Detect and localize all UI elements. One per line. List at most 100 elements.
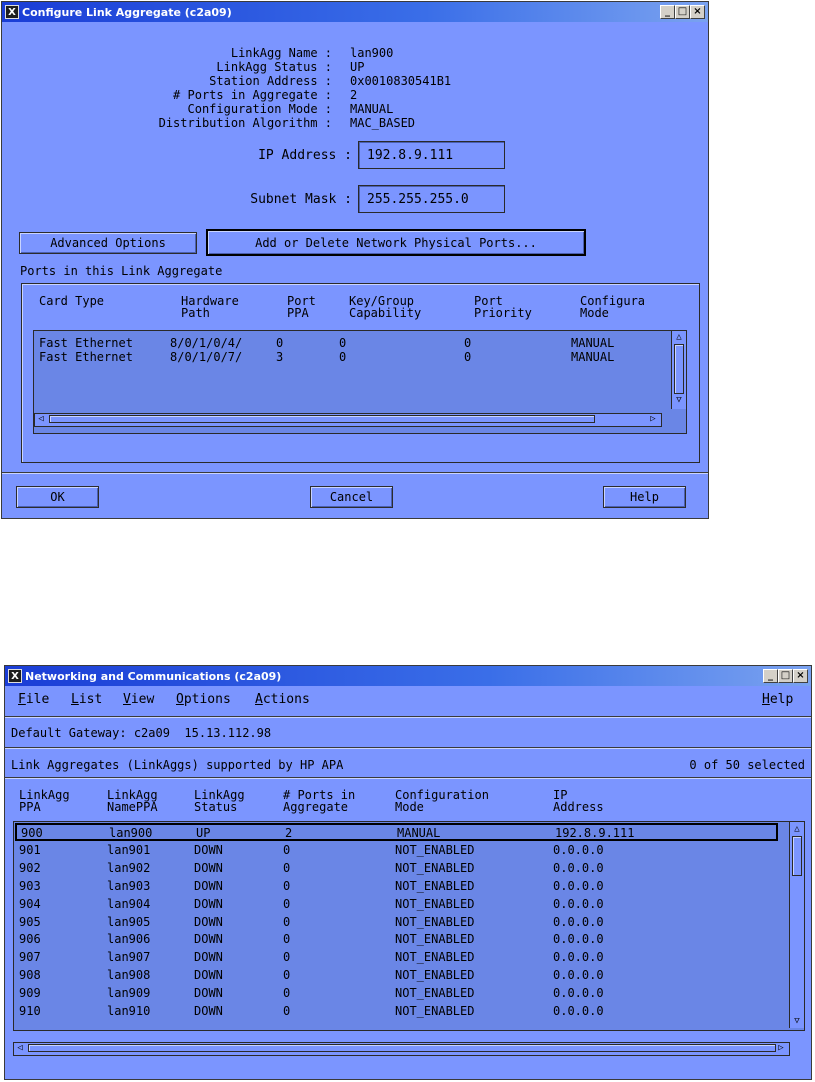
cell-linkagg-status: DOWN <box>194 1004 223 1018</box>
col-ip-address[interactable]: IP Address <box>553 789 604 813</box>
cell-linkagg-ppa: 902 <box>19 860 41 875</box>
cell-configuration-mode: NOT_ENABLED <box>395 878 475 893</box>
table-row[interactable]: 900 lan900 UP 2 MANUAL 192.8.9.111 <box>15 823 778 841</box>
cell-linkagg-status: DOWN <box>194 896 223 911</box>
list-horizontal-scrollbar[interactable]: ◁ ▷ <box>13 1042 790 1056</box>
col-linkagg-nameppa[interactable]: LinkAgg NamePPA <box>107 789 158 813</box>
close-icon[interactable]: × <box>690 5 705 19</box>
ports-vertical-scrollbar[interactable]: △ ▽ <box>671 331 686 409</box>
table-row[interactable]: 907 lan907 DOWN 0 NOT_ENABLED 0.0.0.0 <box>15 951 778 965</box>
cell-card-type: Fast Ethernet <box>39 336 133 350</box>
list-vertical-scrollbar[interactable]: △ ▽ <box>789 822 804 1028</box>
help-button[interactable]: Help <box>603 486 686 508</box>
cell-ports-in-aggregate: 0 <box>283 1004 291 1018</box>
cell-ip-address: 0.0.0.0 <box>553 914 604 929</box>
add-delete-ports-button[interactable]: Add or Delete Network Physical Ports... <box>206 229 586 256</box>
col-ports-in-aggregate[interactable]: # Ports in Aggregate <box>283 789 355 813</box>
close-icon[interactable]: × <box>793 669 808 683</box>
table-row[interactable]: 908 lan908 DOWN 0 NOT_ENABLED 0.0.0.0 <box>15 969 778 983</box>
scroll-thumb[interactable] <box>28 1044 776 1052</box>
cell-port-ppa: 0 <box>276 336 284 350</box>
cell-configuration-mode: NOT_ENABLED <box>395 950 475 965</box>
scroll-thumb[interactable] <box>674 344 684 394</box>
ok-button[interactable]: OK <box>16 486 99 508</box>
default-gateway-text: Default Gateway: c2a09 15.13.112.98 <box>11 726 272 740</box>
menu-bar: File List View Options Actions Help <box>5 686 811 712</box>
maximize-icon[interactable]: □ <box>675 5 690 19</box>
menu-separator <box>5 716 811 718</box>
cell-linkagg-ppa: 901 <box>19 842 41 857</box>
table-row[interactable]: 903 lan903 DOWN 0 NOT_ENABLED 0.0.0.0 <box>15 878 778 894</box>
cell-linkagg-status: DOWN <box>194 950 223 965</box>
col-linkagg-ppa[interactable]: LinkAgg PPA <box>19 789 70 813</box>
subnet-mask-label: Subnet Mask : <box>250 192 352 207</box>
cell-linkagg-ppa: 900 <box>21 826 43 840</box>
ports-col-priority[interactable]: Port Priority <box>474 295 532 319</box>
ip-address-input[interactable]: 192.8.9.111 <box>358 141 505 169</box>
scroll-right-icon[interactable]: ▷ <box>775 1043 787 1053</box>
menu-file[interactable]: File <box>18 692 49 707</box>
table-row[interactable]: 904 lan904 DOWN 0 NOT_ENABLED 0.0.0.0 <box>15 896 778 912</box>
menu-help[interactable]: Help <box>762 692 793 707</box>
minimize-icon[interactable]: _ <box>660 5 675 19</box>
subnet-mask-input[interactable]: 255.255.255.0 <box>358 185 505 213</box>
cell-config-mode: MANUAL <box>571 336 615 350</box>
cell-ip-address: 0.0.0.0 <box>553 842 604 857</box>
ports-horizontal-scrollbar[interactable]: ◁ ▷ <box>34 413 662 427</box>
table-row[interactable]: Fast Ethernet 8/0/1/0/4/ 0 0 0 MANUAL <box>34 337 664 350</box>
col-configuration-mode[interactable]: Configuration Mode <box>395 789 489 813</box>
scroll-down-icon[interactable]: ▽ <box>673 395 685 405</box>
cancel-button[interactable]: Cancel <box>310 486 393 508</box>
cell-linkagg-ppa: 910 <box>19 1004 41 1018</box>
scroll-right-icon[interactable]: ▷ <box>647 414 659 424</box>
menu-options[interactable]: Options <box>176 692 231 707</box>
table-row[interactable]: 909 lan909 DOWN 0 NOT_ENABLED 0.0.0.0 <box>15 987 778 1001</box>
dialog-title: Configure Link Aggregate (c2a09) <box>22 5 232 19</box>
cell-ports-in-aggregate: 0 <box>283 950 291 965</box>
scroll-down-icon[interactable]: ▽ <box>791 1016 803 1026</box>
info-block: LinkAgg Name : lan900 LinkAgg Status : U… <box>2 46 702 136</box>
scroll-left-icon[interactable]: ◁ <box>14 1043 26 1053</box>
cell-linkagg-ppa: 904 <box>19 896 41 911</box>
cell-linkagg-nameppa: lan901 <box>107 842 151 857</box>
minimize-icon[interactable]: _ <box>763 669 778 683</box>
scroll-up-icon[interactable]: △ <box>791 824 803 834</box>
info-label-algorithm: Distribution Algorithm : <box>158 116 332 130</box>
table-row[interactable]: 902 lan902 DOWN 0 NOT_ENABLED 0.0.0.0 <box>15 860 778 876</box>
dialog-separator <box>2 472 708 474</box>
cell-configuration-mode: NOT_ENABLED <box>395 842 475 857</box>
advanced-options-button[interactable]: Advanced Options <box>19 232 197 254</box>
ports-col-port-ppa[interactable]: Port PPA <box>287 295 316 319</box>
table-row[interactable]: 910 lan910 DOWN 0 NOT_ENABLED 0.0.0.0 <box>15 1005 778 1019</box>
scroll-thumb[interactable] <box>49 415 595 423</box>
cell-configuration-mode: MANUAL <box>397 826 441 840</box>
cell-hardware-path: 8/0/1/0/7/ <box>170 350 243 364</box>
cell-ports-in-aggregate: 0 <box>283 914 291 929</box>
cell-configuration-mode: NOT_ENABLED <box>395 860 475 875</box>
menu-actions[interactable]: Actions <box>255 692 310 707</box>
linkagg-list[interactable]: 900 lan900 UP 2 MANUAL 192.8.9.111 901 lan901 DO… <box>13 821 805 1031</box>
dialog-titlebar[interactable]: X Configure Link Aggregate (c2a09) _ □ × <box>2 2 708 22</box>
ports-col-key-group[interactable]: Key/Group Capability <box>349 295 421 319</box>
main-titlebar[interactable]: X Networking and Communications (c2a09) … <box>5 666 811 686</box>
cell-card-type: Fast Ethernet <box>39 350 133 364</box>
table-row[interactable]: 905 lan905 DOWN 0 NOT_ENABLED 0.0.0.0 <box>15 914 778 930</box>
table-row[interactable]: 901 lan901 DOWN 0 NOT_ENABLED 0.0.0.0 <box>15 842 778 858</box>
scroll-up-icon[interactable]: △ <box>673 332 685 342</box>
ports-col-hardware-path[interactable]: Hardware Path <box>181 295 239 319</box>
cell-linkagg-status: UP <box>196 826 211 840</box>
menu-list[interactable]: List <box>71 692 102 707</box>
table-row[interactable]: 906 lan906 DOWN 0 NOT_ENABLED 0.0.0.0 <box>15 933 778 947</box>
col-linkagg-status[interactable]: LinkAgg Status <box>194 789 245 813</box>
scroll-thumb[interactable] <box>792 836 802 876</box>
cell-configuration-mode: NOT_ENABLED <box>395 932 475 947</box>
ports-list[interactable]: Fast Ethernet 8/0/1/0/4/ 0 0 0 MANUAL Fa… <box>33 330 687 434</box>
scroll-left-icon[interactable]: ◁ <box>35 414 47 424</box>
ports-col-config-mode[interactable]: Configura Mode <box>580 295 645 319</box>
maximize-icon[interactable]: □ <box>778 669 793 683</box>
table-row[interactable]: Fast Ethernet 8/0/1/0/7/ 3 0 0 MANUAL <box>34 351 664 364</box>
cell-ports-in-aggregate: 0 <box>283 842 291 857</box>
ports-col-card-type[interactable]: Card Type <box>39 295 104 307</box>
selection-count: 0 of 50 selected <box>689 758 805 772</box>
menu-view[interactable]: View <box>123 692 154 707</box>
